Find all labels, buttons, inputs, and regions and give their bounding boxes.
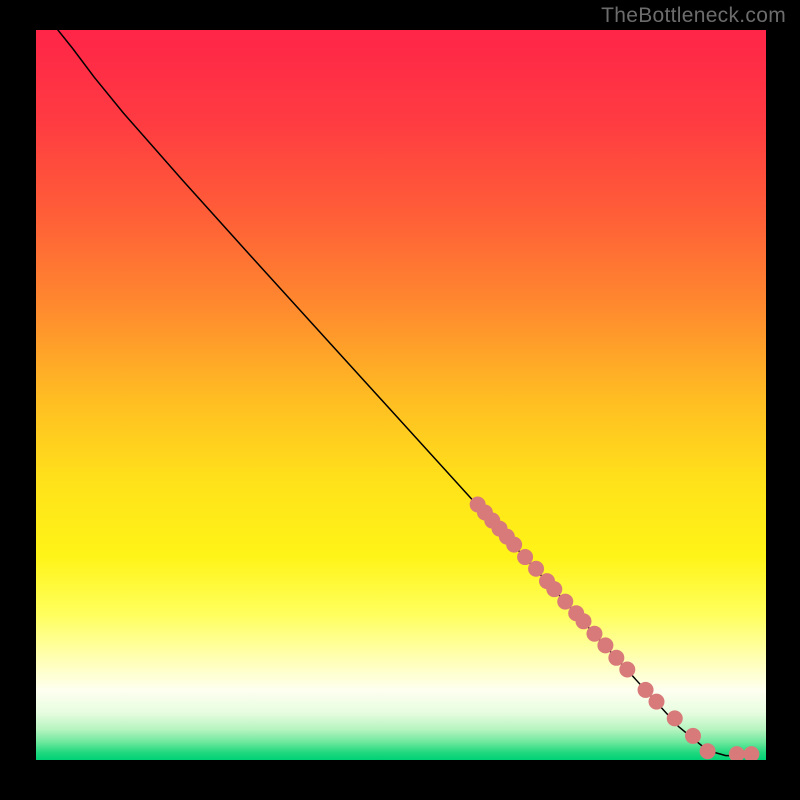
data-marker — [546, 581, 562, 597]
chart-plot — [36, 30, 766, 760]
data-marker — [608, 650, 624, 666]
data-marker — [700, 743, 716, 759]
data-marker — [649, 694, 665, 710]
data-marker — [667, 710, 683, 726]
chart-stage: TheBottleneck.com — [0, 0, 800, 800]
data-marker — [506, 537, 522, 553]
data-marker — [517, 549, 533, 565]
data-marker — [619, 661, 635, 677]
plot-background — [36, 30, 766, 760]
watermark-text: TheBottleneck.com — [601, 4, 786, 28]
data-marker — [576, 613, 592, 629]
data-marker — [528, 561, 544, 577]
data-marker — [597, 637, 613, 653]
data-marker — [586, 626, 602, 642]
data-marker — [638, 682, 654, 698]
data-marker — [557, 594, 573, 610]
data-marker — [685, 728, 701, 744]
